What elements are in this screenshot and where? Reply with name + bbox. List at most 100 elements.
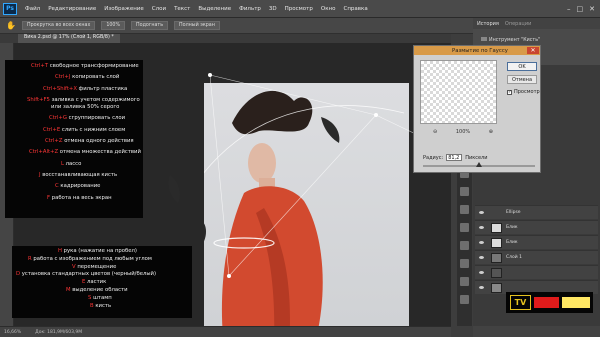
eye-icon[interactable]: [479, 286, 484, 289]
shortcut-row: L лассо: [61, 160, 82, 167]
shortcut-row: R работа с изображением под любым углом: [28, 255, 152, 262]
preview-checkbox[interactable]: ✓ Просмотр: [507, 89, 540, 95]
shortcut-row: Ctrl+Shift+X фильтр пластика: [43, 85, 128, 92]
layer-row[interactable]: Слой 1: [475, 250, 598, 264]
brush-icon: [481, 37, 487, 41]
preview-zoom-controls: ⊖ 100% ⊕: [433, 129, 493, 135]
tab-history[interactable]: История: [477, 21, 499, 27]
radius-label: Радиус:: [423, 154, 444, 161]
shortcut-row: Ctrl+Z отмена одного действия: [45, 138, 134, 145]
document-size-info: Док: 181,9M/603,9M: [35, 329, 83, 335]
pen-icon[interactable]: [460, 187, 469, 196]
eye-icon[interactable]: [479, 256, 484, 259]
ok-button[interactable]: OK: [507, 62, 537, 71]
scroll-all-windows-checkbox[interactable]: Прокрутка во всех окнах: [21, 21, 96, 30]
type-icon[interactable]: [460, 205, 469, 214]
menu-edit[interactable]: Редактирование: [44, 6, 100, 12]
preview-zoom-value: 100%: [455, 129, 471, 135]
zoom-out-icon[interactable]: ⊖: [433, 129, 437, 135]
layer-row[interactable]: [475, 265, 598, 279]
menu-view[interactable]: Просмотр: [281, 6, 317, 12]
checkbox-box[interactable]: ✓: [507, 89, 512, 95]
layer-row[interactable]: Ellipse: [475, 205, 598, 219]
status-bar: 16,66% Док: 181,9M/603,9M: [0, 326, 451, 337]
shortcut-list-bottom: H рука (нажатие на пробел) R работа с из…: [12, 248, 192, 309]
hand-tool-icon: ✋: [6, 21, 16, 30]
radius-slider[interactable]: [423, 162, 535, 167]
shortcuts-panel-top: Ctrl+T свободное трансформирование Ctrl+…: [5, 60, 143, 218]
shortcut-row: V перемещение: [72, 263, 117, 270]
menu-3d[interactable]: 3D: [265, 6, 281, 12]
full-screen-button[interactable]: Полный экран: [174, 21, 220, 30]
menu-type[interactable]: Текст: [170, 6, 194, 12]
eye-icon[interactable]: [479, 211, 484, 214]
shortcut-row: M выделение области: [66, 286, 128, 293]
shortcut-row: H рука (нажатие на пробел): [58, 248, 137, 254]
eye-icon[interactable]: [479, 241, 484, 244]
gaussian-blur-dialog: Размытие по Гауссу ✕ OK Отмена ✓ Просмот…: [413, 45, 541, 173]
menu-image[interactable]: Изображение: [100, 6, 148, 12]
layer-row[interactable]: Блик: [475, 220, 598, 234]
slider-thumb[interactable]: [476, 162, 482, 167]
shortcut-row: D установка стандартных цветов (черный/б…: [16, 271, 157, 278]
tv-watermark: TV: [506, 292, 593, 313]
zoom-in-icon[interactable]: ⊕: [489, 129, 493, 135]
minimize-icon[interactable]: –: [567, 5, 571, 13]
shortcut-row: Ctrl+E слить с нижним слоем: [43, 126, 126, 133]
shortcut-row: S штамп: [88, 294, 112, 301]
layer-thumbnail: [491, 283, 502, 293]
menu-bar: Ps Файл Редактирование Изображение Слои …: [0, 0, 600, 18]
menu-help[interactable]: Справка: [339, 6, 371, 12]
zoom-level[interactable]: 16,66%: [4, 330, 21, 335]
close-icon[interactable]: ✕: [589, 5, 595, 13]
hand-icon[interactable]: [460, 241, 469, 250]
layer-thumbnail: [491, 238, 502, 248]
layer-thumbnail: [491, 223, 502, 233]
radius-input[interactable]: 81,2: [446, 154, 463, 161]
shortcut-row: Ctrl+J копировать слой: [55, 74, 120, 81]
window-controls: – □ ✕: [567, 5, 600, 13]
photoshop-window: Ps Файл Редактирование Изображение Слои …: [0, 0, 600, 337]
document-tab[interactable]: Вика 2.psd @ 17% (Слой 1, RGB/8) *: [18, 34, 120, 43]
shortcut-row: B кисть: [90, 302, 112, 309]
layer-row[interactable]: Блик: [475, 235, 598, 249]
panel-tabs: История Операции: [473, 18, 600, 29]
eye-icon[interactable]: [479, 226, 484, 229]
dialog-close-button[interactable]: ✕: [527, 47, 539, 54]
shortcut-list-top: Ctrl+T свободное трансформирование Ctrl+…: [13, 63, 141, 201]
radius-unit: Пиксели: [465, 154, 488, 161]
history-item[interactable]: Инструмент "Кисть": [481, 37, 540, 43]
menu-layers[interactable]: Слои: [148, 6, 170, 12]
zoom-100-button[interactable]: 100%: [101, 21, 126, 30]
shortcut-row: J восстанавливающая кисть: [39, 171, 118, 178]
radius-row: Радиус: 81,2 Пиксели: [423, 154, 488, 161]
tv-logo: TV: [510, 295, 531, 310]
zoom-icon[interactable]: [460, 259, 469, 268]
shortcut-row: Shift+F5 заливка с учетом содержимого: [27, 96, 140, 103]
tv-red-bar: [534, 297, 559, 308]
color-swatch-icon[interactable]: [460, 295, 469, 304]
shortcut-row: C кадрирование: [55, 183, 101, 190]
tab-operations[interactable]: Операции: [505, 21, 531, 27]
photoshop-logo: Ps: [3, 2, 17, 15]
preview-label: Просмотр: [514, 89, 540, 95]
path-select-icon[interactable]: [460, 223, 469, 232]
shortcut-row: или заливка 50% серого: [51, 104, 120, 111]
more-tools-icon[interactable]: [460, 277, 469, 286]
shortcut-row: Ctrl+Alt+Z отмена множества действий: [29, 149, 141, 156]
blur-preview[interactable]: [420, 60, 497, 124]
shortcut-row: Ctrl+T свободное трансформирование: [31, 63, 139, 69]
shortcut-row: F работа на весь экран: [47, 194, 112, 201]
menu-filter[interactable]: Фильтр: [235, 6, 265, 12]
menu-window[interactable]: Окно: [317, 6, 340, 12]
tv-yellow-bar: [562, 297, 590, 308]
menu-file[interactable]: Файл: [21, 6, 44, 12]
fit-screen-button[interactable]: Подогнать: [131, 21, 169, 30]
menu-select[interactable]: Выделение: [194, 6, 235, 12]
shortcut-row: E ластик: [82, 279, 107, 286]
cancel-button[interactable]: Отмена: [507, 75, 537, 84]
eye-icon[interactable]: [479, 271, 484, 274]
layers-footer: [473, 326, 600, 337]
layer-thumbnail: [491, 253, 502, 263]
maximize-icon[interactable]: □: [577, 5, 584, 13]
